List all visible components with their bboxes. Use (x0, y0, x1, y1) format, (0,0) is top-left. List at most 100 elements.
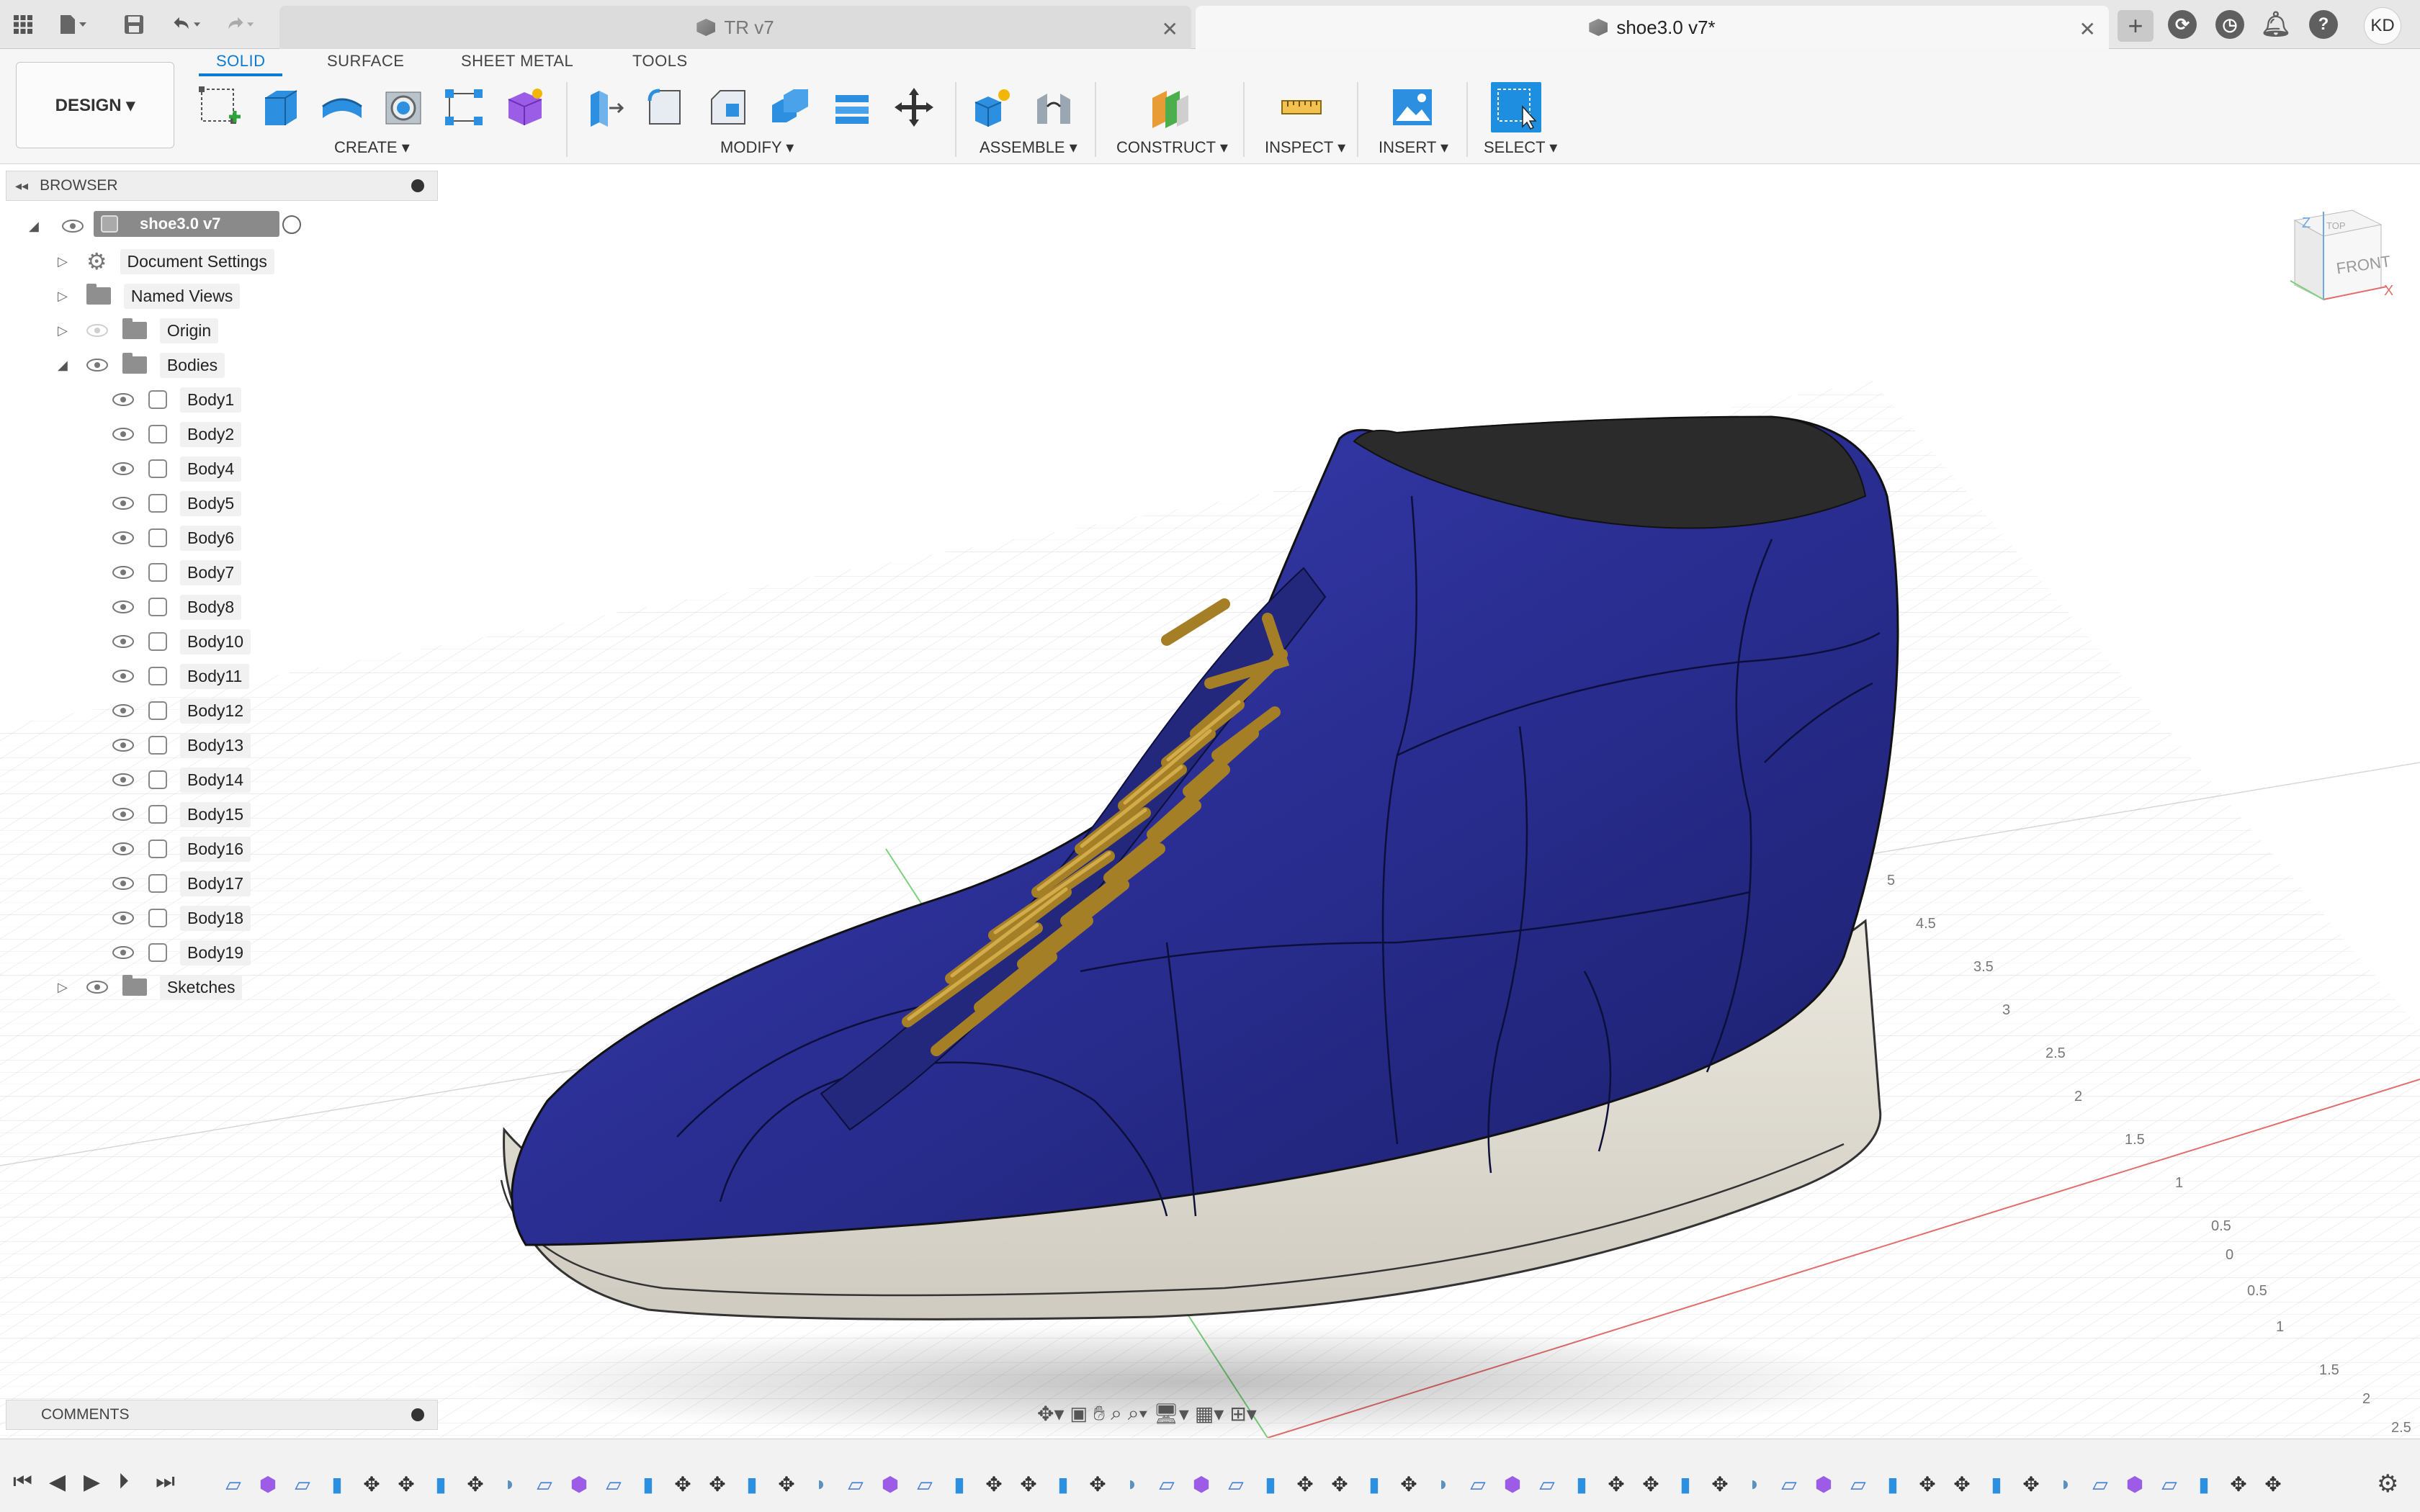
form-feature-icon[interactable]: ⬢ (251, 1468, 285, 1500)
visibility-eye-icon[interactable] (112, 393, 134, 406)
move-feature-icon[interactable]: ✥ (1910, 1468, 1945, 1500)
move-feature-icon[interactable]: ✥ (1703, 1468, 1737, 1500)
grid-settings-icon[interactable]: ▦▾ (1195, 1402, 1224, 1426)
move-feature-icon[interactable]: ✥ (1392, 1468, 1426, 1500)
move-feature-icon[interactable]: ✥ (1322, 1468, 1357, 1500)
visibility-eye-icon[interactable] (112, 739, 134, 752)
sketch-feature-icon[interactable]: ▱ (1219, 1468, 1253, 1500)
visibility-eye-icon[interactable] (62, 220, 84, 233)
canvas-viewport[interactable]: 5 4.5 3.5 3 2.5 2 1.5 1 0.5 0 0.5 1 1.5 … (0, 165, 2420, 1438)
tab-surface[interactable]: SURFACE (327, 52, 404, 71)
look-at-icon[interactable]: ▣ (1070, 1403, 1088, 1425)
sketch-feature-icon[interactable]: ▱ (527, 1468, 562, 1500)
move-feature-icon[interactable]: ✥ (769, 1468, 804, 1500)
expand-triangle-icon[interactable]: ▷ (58, 254, 68, 269)
visibility-eye-icon[interactable] (112, 428, 134, 441)
move-feature-icon[interactable]: ✥ (1288, 1468, 1322, 1500)
fillet-feature-icon[interactable]: ◗ (1426, 1468, 1461, 1500)
sketch-feature-icon[interactable]: ▱ (2083, 1468, 2118, 1500)
move-feature-icon[interactable]: ✥ (1634, 1468, 1668, 1500)
tree-item-body[interactable]: Body16 (112, 834, 251, 864)
extrude-feature-icon[interactable]: ▮ (1668, 1468, 1703, 1500)
app-grid-icon[interactable] (7, 9, 39, 40)
move-feature-icon[interactable]: ✥ (700, 1468, 735, 1500)
visibility-eye-icon[interactable] (112, 808, 134, 821)
visibility-eye-icon[interactable] (112, 773, 134, 786)
fillet-feature-icon[interactable]: ◗ (1115, 1468, 1150, 1500)
view-cube[interactable]: FRONT TOP X Z (2280, 206, 2393, 314)
visibility-eye-icon[interactable] (112, 497, 134, 510)
sketch-feature-icon[interactable]: ▱ (1150, 1468, 1184, 1500)
tree-item-body[interactable]: Body12 (112, 696, 251, 726)
visibility-eye-icon[interactable] (112, 531, 134, 544)
fillet-feature-icon[interactable]: ◗ (1737, 1468, 1772, 1500)
split-body-icon[interactable] (827, 82, 877, 132)
extrude-feature-icon[interactable]: ▮ (424, 1468, 458, 1500)
visibility-eye-icon[interactable] (112, 912, 134, 924)
collapse-panel-icon[interactable]: ◂◂ (15, 179, 28, 194)
insert-group-label[interactable]: INSERT ▾ (1379, 138, 1448, 157)
extrude-feature-icon[interactable]: ▮ (1357, 1468, 1392, 1500)
move-copy-icon[interactable] (889, 82, 939, 132)
visibility-eye-icon[interactable] (112, 600, 134, 613)
move-feature-icon[interactable]: ✥ (2014, 1468, 2048, 1500)
tree-item-document-settings[interactable]: ▷ ⚙ Document Settings (58, 246, 274, 276)
new-component-icon[interactable] (967, 82, 1017, 132)
revolve-icon[interactable] (317, 82, 367, 132)
select-icon[interactable] (1491, 82, 1541, 132)
tree-item-origin[interactable]: ▷ Origin (58, 315, 219, 346)
extrude-feature-icon[interactable]: ▮ (1564, 1468, 1599, 1500)
move-feature-icon[interactable]: ✥ (1011, 1468, 1046, 1500)
zoom-icon[interactable]: ⌕ (1111, 1402, 1122, 1426)
expand-triangle-icon[interactable]: ▷ (58, 980, 68, 995)
extrude-icon[interactable] (255, 82, 305, 132)
tab-tr-v7[interactable]: TR v7 ✕ (279, 6, 1191, 49)
visibility-eye-icon[interactable] (112, 566, 134, 579)
move-feature-icon[interactable]: ✥ (2221, 1468, 2256, 1500)
tree-item-body[interactable]: Body2 (112, 419, 242, 449)
go-to-end-icon[interactable]: ⏭︎ (156, 1470, 175, 1494)
expand-triangle-icon[interactable]: ▷ (58, 289, 68, 304)
insert-canvas-icon[interactable] (1387, 82, 1438, 132)
tree-item-body[interactable]: Body10 (112, 626, 251, 657)
fit-zoom-icon[interactable]: ⌕▾ (1128, 1402, 1147, 1426)
extrude-feature-icon[interactable]: ▮ (2187, 1468, 2221, 1500)
pan-hand-icon[interactable]: ✋︎ (1093, 1402, 1105, 1426)
tree-item-bodies[interactable]: ◢ Bodies (58, 350, 225, 380)
step-back-icon[interactable]: ◀︎ (49, 1470, 66, 1495)
move-feature-icon[interactable]: ✥ (666, 1468, 700, 1500)
select-group-label[interactable]: SELECT ▾ (1484, 138, 1557, 157)
offset-plane-icon[interactable] (1145, 82, 1196, 132)
timeline-settings-gear-icon[interactable]: ⚙ (2377, 1470, 2398, 1498)
shell-icon[interactable] (765, 82, 815, 132)
sketch-feature-icon[interactable]: ▱ (908, 1468, 942, 1500)
visibility-eye-icon[interactable] (86, 359, 108, 372)
visibility-eye-icon[interactable] (86, 981, 108, 994)
sketch-feature-icon[interactable]: ▱ (1772, 1468, 1806, 1500)
tree-item-body[interactable]: Body7 (112, 557, 242, 588)
workspace-switcher[interactable]: DESIGN ▾ (16, 62, 174, 148)
orbit-icon[interactable]: ✥▾ (1037, 1402, 1065, 1426)
fillet-feature-icon[interactable]: ◗ (2048, 1468, 2083, 1500)
form-feature-icon[interactable]: ⬢ (2118, 1468, 2152, 1500)
tree-item-body[interactable]: Body4 (112, 454, 242, 484)
sketch-feature-icon[interactable]: ▱ (285, 1468, 320, 1500)
extrude-feature-icon[interactable]: ▮ (631, 1468, 666, 1500)
activate-radio-icon[interactable] (282, 215, 301, 234)
notifications-bell-icon[interactable]: 🔔︎ (2260, 10, 2291, 39)
inspect-group-label[interactable]: INSPECT ▾ (1265, 138, 1345, 157)
form-feature-icon[interactable]: ⬢ (1495, 1468, 1530, 1500)
tree-item-body[interactable]: Body19 (112, 937, 251, 968)
sketch-feature-icon[interactable]: ▱ (596, 1468, 631, 1500)
visibility-eye-icon[interactable] (112, 877, 134, 890)
fillet-icon[interactable] (641, 82, 691, 132)
move-feature-icon[interactable]: ✥ (354, 1468, 389, 1500)
hidden-eye-icon[interactable] (86, 324, 108, 337)
move-feature-icon[interactable]: ✥ (977, 1468, 1011, 1500)
expand-triangle-icon[interactable]: ◢ (29, 219, 50, 234)
form-feature-icon[interactable]: ⬢ (1806, 1468, 1841, 1500)
extrude-feature-icon[interactable]: ▮ (942, 1468, 977, 1500)
fillet-feature-icon[interactable]: ◗ (493, 1468, 527, 1500)
create-sketch-icon[interactable] (194, 82, 245, 132)
create-group-label[interactable]: CREATE ▾ (334, 138, 410, 157)
